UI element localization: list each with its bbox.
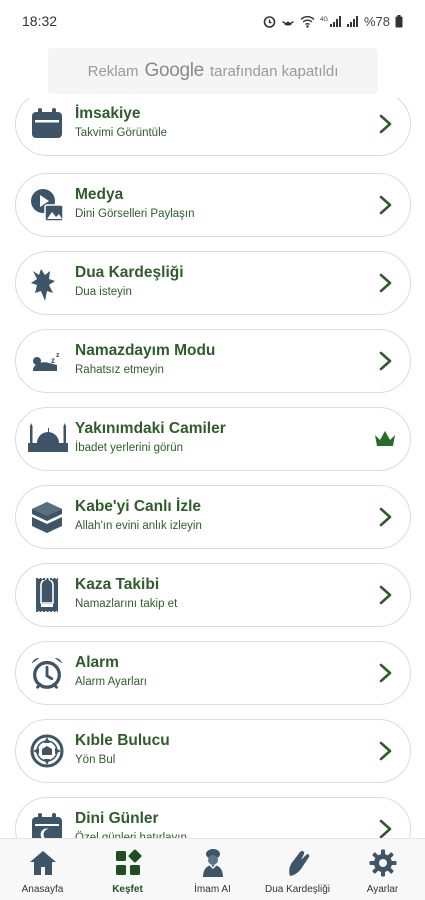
chevron-right-icon <box>379 819 392 838</box>
nav-label: Keşfet <box>112 884 143 895</box>
menu-item-medya[interactable]: Medya Dini Görselleri Paylaşın <box>15 173 411 237</box>
chevron-right-icon <box>379 114 392 134</box>
dua-hands-icon <box>283 848 313 878</box>
nav-item-dua-kardesligi[interactable]: Dua Kardeşliği <box>255 839 340 900</box>
chevron-right-icon <box>379 741 392 761</box>
mosque-icon <box>26 421 70 457</box>
menu-item-subtitle: Takvimi Görüntüle <box>75 127 168 139</box>
ad-brand: Google <box>144 60 204 81</box>
svg-text:z: z <box>56 352 60 359</box>
menu-item-title: Dua Kardeşliği <box>75 264 184 281</box>
dua-hands-icon <box>29 265 65 301</box>
menu-item-title: Kabe'yi Canlı İzle <box>75 498 202 515</box>
wifi-status-icon <box>300 15 315 28</box>
media-icon <box>29 187 65 223</box>
menu-item-namazdayim-modu[interactable]: zz Namazdayım Modu Rahatsız etmeyin <box>15 329 411 393</box>
menu-item-subtitle: Alarm Ayarları <box>75 676 148 688</box>
prayer-mode-icon: zz <box>29 343 65 379</box>
explore-grid-icon <box>113 848 143 878</box>
status-bar: 18:32 4G %78 <box>0 0 425 42</box>
religious-days-icon <box>29 811 65 838</box>
hotspot-status-icon <box>282 20 294 26</box>
nav-label: Dua Kardeşliği <box>264 884 331 895</box>
menu-item-title: Dini Günler <box>75 810 159 827</box>
battery-percent: %78 <box>363 13 390 29</box>
nav-item-imam-ai[interactable]: İmam AI <box>170 839 255 900</box>
menu-item-imsakiye[interactable]: İmsakiye Takvimi Görüntüle <box>15 98 411 156</box>
nav-label: Ayarlar <box>366 884 399 895</box>
prayer-rug-icon <box>29 577 65 613</box>
menu-item-yakinimdaki-camiler[interactable]: Yakınımdaki Camiler İbadet yerlerini gör… <box>15 407 411 471</box>
menu-item-title: Medya <box>75 186 124 203</box>
ad-banner: Reklam Google tarafından kapatıldı <box>48 48 378 94</box>
menu-item-subtitle: Allah'ın evini anlık izleyin <box>75 520 202 532</box>
menu-item-alarm[interactable]: Alarm Alarm Ayarları <box>15 641 411 705</box>
menu-item-subtitle: Yön Bul <box>75 754 116 766</box>
menu-item-subtitle: Dua isteyin <box>75 286 132 298</box>
menu-item-title: Kaza Takibi <box>75 576 160 593</box>
alarm-clock-icon <box>29 655 65 691</box>
chevron-right-icon <box>379 351 392 371</box>
compass-icon <box>29 733 65 769</box>
status-time: 18:32 <box>22 13 58 29</box>
signal2-status-icon <box>346 15 358 27</box>
imam-icon <box>198 848 228 878</box>
menu-item-subtitle: Rahatsız etmeyin <box>75 364 164 376</box>
menu-item-title: Namazdayım Modu <box>75 342 216 359</box>
crown-premium-icon <box>375 431 395 446</box>
svg-text:4G: 4G <box>320 17 328 23</box>
signal-status-icon: 4G <box>320 15 341 27</box>
menu-item-title: İmsakiye <box>75 105 141 122</box>
menu-item-title: Yakınımdaki Camiler <box>75 420 226 437</box>
explore-list[interactable]: İmsakiye Takvimi Görüntüle Medya Dini Gö… <box>0 98 425 838</box>
chevron-right-icon <box>379 195 392 215</box>
alarm-status-icon <box>263 15 276 28</box>
chevron-right-icon <box>379 663 392 683</box>
svg-text:z: z <box>51 356 55 365</box>
ad-suffix: tarafından kapatıldı <box>209 62 339 80</box>
menu-item-kaza-takibi[interactable]: Kaza Takibi Namazlarını takip et <box>15 563 411 627</box>
chevron-right-icon <box>379 585 392 605</box>
ad-prefix: Reklam <box>87 62 139 80</box>
menu-item-kible-bulucu[interactable]: Kıble Bulucu Yön Bul <box>15 719 411 783</box>
menu-item-subtitle: Namazlarını takip et <box>75 598 178 610</box>
menu-item-dini-gunler[interactable]: Dini Günler Özel günleri hatırlayın <box>15 797 411 838</box>
menu-item-title: Alarm <box>75 654 119 671</box>
bottom-nav: Anasayfa Keşfet İmam AI Dua Kardeşliği A… <box>0 838 425 900</box>
nav-item-ayarlar[interactable]: Ayarlar <box>340 839 425 900</box>
menu-item-dua-kardesligi[interactable]: Dua Kardeşliği Dua isteyin <box>15 251 411 315</box>
menu-item-subtitle: Özel günleri hatırlayın <box>75 832 187 838</box>
chevron-right-icon <box>379 273 392 293</box>
kaaba-icon <box>29 499 65 535</box>
status-icons: 4G %78 <box>263 14 403 29</box>
menu-item-title: Kıble Bulucu <box>75 732 170 749</box>
nav-item-kesfet[interactable]: Keşfet <box>85 839 170 900</box>
gear-icon <box>368 848 398 878</box>
nav-item-anasayfa[interactable]: Anasayfa <box>0 839 85 900</box>
menu-item-kabe-canli[interactable]: Kabe'yi Canlı İzle Allah'ın evini anlık … <box>15 485 411 549</box>
nav-label: Anasayfa <box>21 884 64 895</box>
chevron-right-icon <box>379 507 392 527</box>
nav-label: İmam AI <box>194 884 231 895</box>
battery-icon <box>395 14 403 27</box>
home-icon <box>28 848 58 878</box>
menu-item-subtitle: Dini Görselleri Paylaşın <box>75 208 195 220</box>
menu-item-subtitle: İbadet yerlerini görün <box>75 442 184 454</box>
calendar-icon <box>29 106 65 142</box>
